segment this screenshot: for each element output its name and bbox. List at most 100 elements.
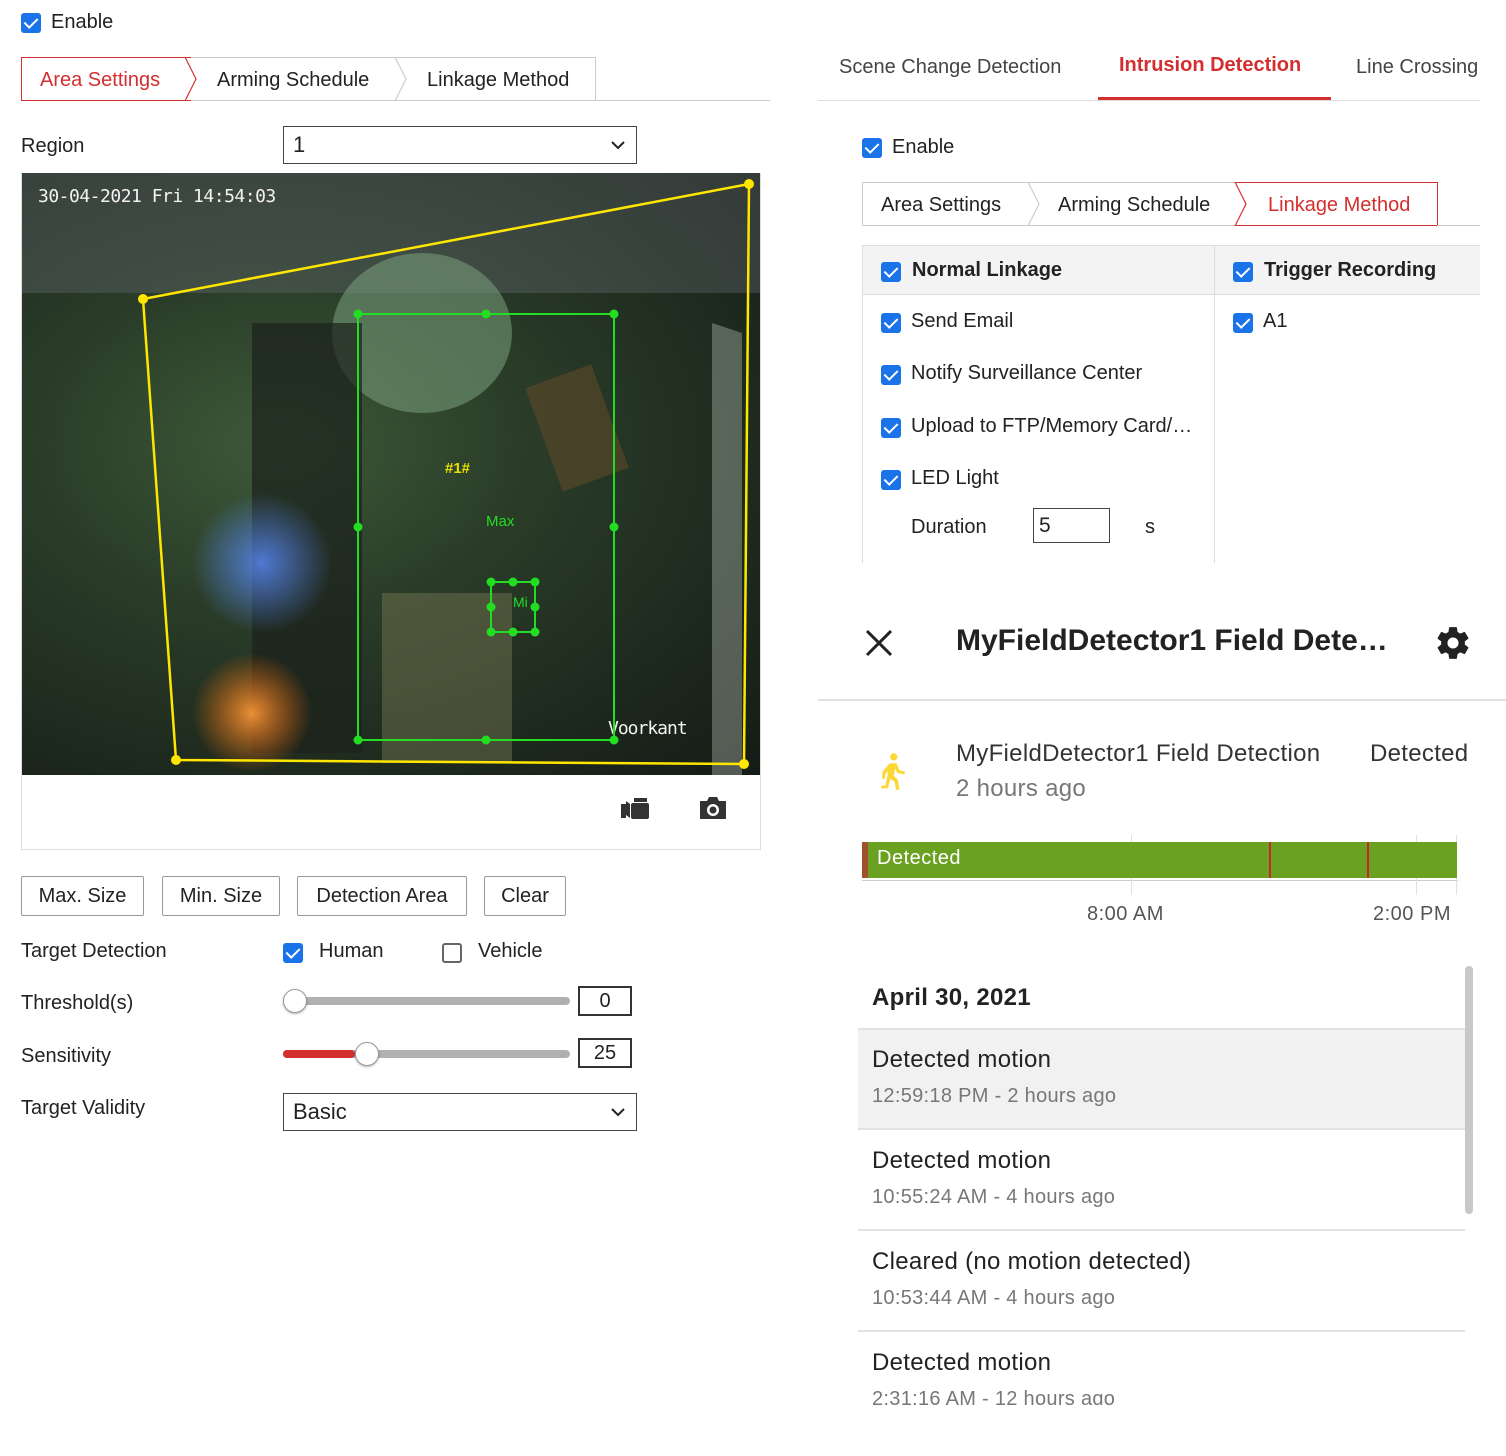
logbook-entry[interactable]: Detected motion 2:31:16 AM - 12 hours ag…: [858, 1333, 1465, 1405]
logbook-event: Detected motion: [872, 1046, 1052, 1073]
logbook-time: 2:31:16 AM - 12 hours ago: [872, 1388, 1116, 1405]
a1-label: A1: [1263, 310, 1288, 332]
human-label: Human: [319, 940, 384, 962]
vehicle-checkbox[interactable]: [442, 943, 462, 963]
intrusion-enable-label: Enable: [892, 136, 955, 158]
table-column-divider: [1214, 295, 1215, 563]
subtab-underline: [1437, 225, 1480, 226]
logbook-entry[interactable]: Cleared (no motion detected) 10:53:44 AM…: [858, 1232, 1465, 1332]
linkage-table: Normal Linkage Trigger Recording Send Em…: [862, 245, 1480, 563]
detection-area-button[interactable]: Detection Area: [297, 876, 467, 916]
duration-unit: s: [1145, 516, 1155, 538]
trigger-recording-title: Trigger Recording: [1264, 259, 1437, 281]
tab-linkage-method[interactable]: Linkage Method: [427, 58, 569, 100]
min-size-button[interactable]: Min. Size: [162, 876, 280, 916]
logbook-date: April 30, 2021: [872, 984, 1031, 1011]
sensitivity-knob[interactable]: [354, 1042, 379, 1066]
entity-state: Detected: [1370, 740, 1469, 767]
tab-intrusion-detection[interactable]: Intrusion Detection: [1119, 54, 1301, 77]
enable-checkbox[interactable]: [21, 13, 41, 33]
entity-last-changed: 2 hours ago: [956, 775, 1087, 802]
close-icon[interactable]: [864, 628, 894, 658]
enable-label: Enable: [51, 11, 114, 33]
human-checkbox[interactable]: [283, 943, 303, 963]
led-light-label: LED Light: [911, 467, 999, 489]
trigger-recording-checkbox[interactable]: [1233, 262, 1253, 282]
region-select[interactable]: 1: [283, 126, 637, 164]
subtab-linkage-method[interactable]: Linkage Method: [1268, 183, 1410, 225]
card-header-divider: [818, 699, 1506, 701]
timeline-axis: [862, 880, 1458, 881]
gear-icon[interactable]: [1434, 624, 1472, 662]
timeline-tick-label: 2:00 PM: [1373, 903, 1451, 925]
tab-separator-icon: [1234, 182, 1247, 226]
entity-name: MyFieldDetector1 Field Detection: [956, 740, 1321, 767]
threshold-value-input[interactable]: 0: [578, 986, 632, 1016]
notify-surveillance-center-label: Notify Surveillance Center: [911, 362, 1143, 384]
tab-arming-schedule[interactable]: Arming Schedule: [217, 58, 369, 100]
detection-overlay[interactable]: [22, 173, 760, 775]
tab-separator-icon: [1027, 182, 1040, 226]
threshold-slider[interactable]: [283, 989, 570, 1013]
logbook-entry[interactable]: Detected motion 12:59:18 PM - 2 hours ag…: [858, 1030, 1465, 1130]
upload-ftp-label: Upload to FTP/Memory Card/…: [911, 415, 1193, 437]
timeline-event-marker: [1367, 842, 1369, 878]
timeline-tick-label: 8:00 AM: [1087, 903, 1164, 925]
tab-separator-icon: [394, 57, 407, 101]
normal-linkage-checkbox[interactable]: [881, 262, 901, 282]
logbook-event: Cleared (no motion detected): [872, 1248, 1192, 1275]
target-validity-value: Basic: [293, 1099, 347, 1124]
threshold-knob[interactable]: [283, 989, 307, 1013]
target-id-label: #1#: [445, 460, 471, 477]
a1-checkbox[interactable]: [1233, 313, 1253, 333]
send-email-checkbox[interactable]: [881, 313, 901, 333]
logbook-time: 10:55:24 AM - 4 hours ago: [872, 1186, 1116, 1208]
logbook-list[interactable]: April 30, 2021 Detected motion 12:59:18 …: [858, 965, 1465, 1405]
duration-input[interactable]: 5: [1033, 508, 1110, 543]
tab-divider: [818, 100, 1480, 101]
sensitivity-value-input[interactable]: 25: [578, 1038, 632, 1068]
upload-ftp-checkbox[interactable]: [881, 418, 901, 438]
region-label: Region: [21, 135, 85, 157]
walking-person-icon: [881, 753, 905, 790]
logbook-date-header: April 30, 2021: [858, 965, 1465, 1030]
live-video[interactable]: 30-04-2021 Fri 14:54:03 Voorkant #1# Max…: [22, 173, 760, 775]
tab-line-crossing[interactable]: Line Crossing: [1356, 56, 1480, 79]
active-tab-indicator: [1098, 97, 1331, 100]
duration-label: Duration: [911, 516, 987, 538]
sensitivity-fill: [283, 1050, 355, 1058]
target-validity-select[interactable]: Basic: [283, 1093, 637, 1131]
logbook-scrollbar[interactable]: [1465, 966, 1473, 1214]
logbook-event: Detected motion: [872, 1147, 1052, 1174]
target-validity-label: Target Validity: [21, 1097, 146, 1119]
normal-linkage-title: Normal Linkage: [912, 259, 1063, 281]
clear-button[interactable]: Clear: [484, 876, 566, 916]
tab-scene-change-detection[interactable]: Scene Change Detection: [839, 56, 1061, 79]
logbook-time: 12:59:18 PM - 2 hours ago: [872, 1085, 1117, 1107]
sensitivity-slider[interactable]: [283, 1042, 570, 1066]
led-light-checkbox[interactable]: [881, 470, 901, 490]
subtab-arming-schedule[interactable]: Arming Schedule: [1058, 183, 1210, 225]
max-size-button[interactable]: Max. Size: [21, 876, 144, 916]
target-detection-label: Target Detection: [21, 940, 167, 962]
region-value: 1: [293, 132, 306, 157]
chevron-down-icon: [611, 141, 625, 150]
tab-area-settings[interactable]: Area Settings: [40, 58, 160, 100]
timeline-event-marker: [1269, 842, 1271, 878]
vehicle-label: Vehicle: [478, 940, 543, 962]
timeline-state-label: Detected: [877, 847, 962, 869]
logbook-time: 10:53:44 AM - 4 hours ago: [872, 1287, 1116, 1309]
tab-underline: [596, 100, 770, 101]
timeline-cleared-segment[interactable]: [862, 842, 868, 878]
camera-icon[interactable]: [697, 794, 729, 822]
left-tab-bar: Area Settings Arming Schedule Linkage Me…: [21, 57, 596, 101]
max-box-label: Max: [486, 513, 515, 530]
video-record-icon[interactable]: [619, 795, 651, 821]
send-email-label: Send Email: [911, 310, 1014, 332]
subtab-area-settings[interactable]: Area Settings: [881, 183, 1001, 225]
notify-surveillance-center-checkbox[interactable]: [881, 365, 901, 385]
logbook-entry[interactable]: Detected motion 10:55:24 AM - 4 hours ag…: [858, 1131, 1465, 1231]
min-box-label: Mi: [513, 594, 528, 610]
chevron-down-icon: [611, 1108, 625, 1117]
intrusion-enable-checkbox[interactable]: [862, 138, 882, 158]
